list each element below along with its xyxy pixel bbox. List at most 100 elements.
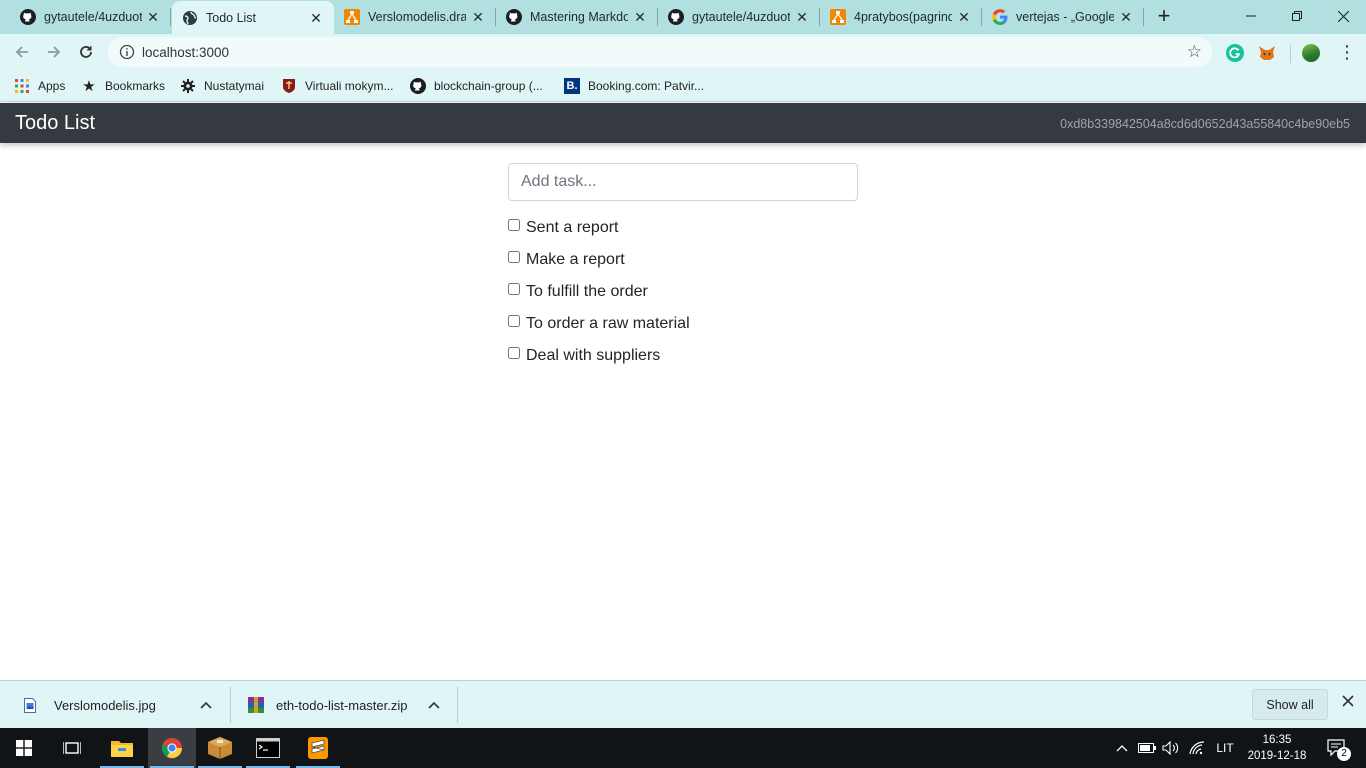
bookmark-blockchain-group[interactable]: blockchain-group (...	[410, 76, 543, 96]
bookmark-virtuali-mokymosi[interactable]: Virtuali mokym...	[281, 76, 393, 96]
close-window-icon[interactable]	[1320, 0, 1366, 32]
tab-mastering-markdown[interactable]: Mastering Markdo ✕	[496, 0, 658, 34]
app-brand[interactable]: Todo List	[15, 112, 95, 135]
task-content: To order a raw material	[526, 315, 690, 332]
task-item: To order a raw material	[508, 308, 690, 340]
bookmark-booking[interactable]: B. Booking.com: Patvir...	[564, 76, 704, 96]
tab-verslomodelis-drawio[interactable]: Verslomodelis.draw ✕	[334, 0, 496, 34]
battery-icon[interactable]	[1136, 728, 1158, 768]
chevron-up-icon[interactable]	[200, 698, 212, 712]
action-center-icon[interactable]: 2	[1320, 728, 1354, 768]
task-item: Sent a report	[508, 212, 690, 244]
minimize-icon[interactable]	[1228, 0, 1274, 32]
task-checkbox[interactable]	[508, 347, 520, 359]
google-icon	[992, 9, 1008, 25]
tab-separator	[1143, 8, 1144, 26]
task-checkbox[interactable]	[508, 219, 520, 231]
package-icon[interactable]	[196, 728, 244, 768]
forward-arrow-icon[interactable]	[42, 40, 66, 64]
task-item: To fulfill the order	[508, 276, 690, 308]
tab-title: 4pratybos(pagrind	[854, 10, 952, 24]
account-address: 0xd8b339842504a8cd6d0652d43a55840c4be90e…	[1060, 117, 1350, 131]
close-tab-icon[interactable]: ✕	[470, 9, 486, 25]
close-shelf-icon[interactable]	[1340, 695, 1356, 711]
globe-icon	[182, 10, 198, 26]
bookmark-apps[interactable]: Apps	[14, 76, 65, 96]
bookmark-label: blockchain-group (...	[434, 79, 543, 93]
task-item: Make a report	[508, 244, 690, 276]
show-all-downloads-button[interactable]: Show all	[1252, 689, 1328, 720]
tab-github-4uzduotis-2[interactable]: gytautele/4uzduot ✕	[658, 0, 820, 34]
metamask-extension-icon[interactable]	[1258, 44, 1276, 62]
url-text: localhost:3000	[142, 45, 230, 60]
task-list: Sent a report Make a report To fulfill t…	[508, 212, 690, 372]
grammarly-extension-icon[interactable]	[1226, 44, 1244, 62]
terminal-icon[interactable]	[244, 728, 292, 768]
sublime-text-icon[interactable]	[294, 728, 342, 768]
task-checkbox[interactable]	[508, 315, 520, 327]
bookmark-bookmarks[interactable]: ★ Bookmarks	[81, 76, 165, 96]
bookmark-star-icon[interactable]: ☆	[1187, 42, 1202, 62]
notification-count-badge: 2	[1337, 747, 1351, 761]
task-checkbox[interactable]	[508, 283, 520, 295]
tab-google-translate[interactable]: vertejas - „Google ✕	[982, 0, 1144, 34]
task-content: Deal with suppliers	[526, 347, 661, 364]
bookmark-label: Booking.com: Patvir...	[588, 79, 705, 93]
restore-icon[interactable]	[1274, 0, 1320, 32]
download-shelf: Verslomodelis.jpg eth-todo-list-master.z…	[0, 680, 1366, 728]
close-tab-icon[interactable]: ✕	[632, 9, 648, 25]
close-tab-icon[interactable]: ✕	[145, 9, 161, 25]
input-language-indicator[interactable]: LIT	[1212, 728, 1238, 768]
tab-title: vertejas - „Google	[1016, 10, 1114, 24]
file-explorer-icon[interactable]	[98, 728, 146, 768]
crest-icon	[281, 78, 297, 94]
back-arrow-icon[interactable]	[10, 40, 34, 64]
close-tab-icon[interactable]: ✕	[308, 10, 324, 26]
windows-taskbar: LIT 16:35 2019-12-18 2	[0, 728, 1366, 768]
reload-icon[interactable]	[74, 40, 98, 64]
gear-icon	[180, 78, 196, 94]
system-clock[interactable]: 16:35 2019-12-18	[1244, 732, 1310, 764]
volume-icon[interactable]	[1160, 728, 1182, 768]
task-item: Deal with suppliers	[508, 340, 690, 372]
github-icon	[668, 9, 684, 25]
close-tab-icon[interactable]: ✕	[956, 9, 972, 25]
chevron-up-icon[interactable]	[428, 698, 440, 712]
close-tab-icon[interactable]: ✕	[1118, 9, 1134, 25]
download-separator	[457, 687, 458, 723]
clock-time: 16:35	[1262, 734, 1292, 746]
site-info-icon[interactable]	[119, 44, 135, 60]
tab-4pratybos-drawio[interactable]: 4pratybos(pagrind ✕	[820, 0, 982, 34]
tab-separator	[170, 8, 171, 26]
task-checkbox[interactable]	[508, 251, 520, 263]
browser-menu-icon[interactable]: ⋮	[1338, 43, 1356, 61]
toolbar-separator	[1290, 45, 1291, 63]
tab-title: Mastering Markdo	[530, 10, 628, 24]
new-tab-button[interactable]: +	[1153, 5, 1175, 28]
download-item[interactable]: Verslomodelis.jpg	[22, 687, 222, 723]
github-icon	[20, 9, 36, 25]
task-view-icon[interactable]	[48, 728, 96, 768]
tab-todo-list[interactable]: Todo List ✕	[172, 1, 334, 34]
profile-avatar[interactable]	[1302, 44, 1320, 62]
close-tab-icon[interactable]: ✕	[794, 9, 810, 25]
task-content: Make a report	[526, 251, 625, 268]
download-filename: eth-todo-list-master.zip	[276, 697, 408, 713]
tab-title: Todo List	[206, 10, 257, 25]
start-icon[interactable]	[0, 728, 48, 768]
download-filename: Verslomodelis.jpg	[54, 697, 156, 713]
browser-toolbar: localhost:3000 ☆ ⋮	[0, 34, 1366, 70]
app-navbar: Todo List 0xd8b339842504a8cd6d0652d43a55…	[0, 103, 1366, 143]
tab-github-4uzduotis-1[interactable]: gytautele/4uzduot ✕	[0, 0, 171, 34]
bookmark-nustatymai[interactable]: Nustatymai	[180, 76, 264, 96]
address-bar[interactable]: localhost:3000 ☆	[108, 37, 1212, 67]
add-task-input[interactable]	[508, 163, 858, 201]
task-content: To fulfill the order	[526, 283, 648, 300]
wifi-icon[interactable]	[1186, 728, 1208, 768]
show-hidden-icons-chevron-icon[interactable]	[1112, 728, 1132, 768]
tab-title: gytautele/4uzduot	[44, 10, 142, 24]
tab-title: Verslomodelis.draw	[368, 10, 466, 24]
download-separator	[230, 687, 231, 723]
chrome-icon[interactable]	[148, 728, 196, 768]
download-item[interactable]: eth-todo-list-master.zip	[248, 687, 448, 723]
